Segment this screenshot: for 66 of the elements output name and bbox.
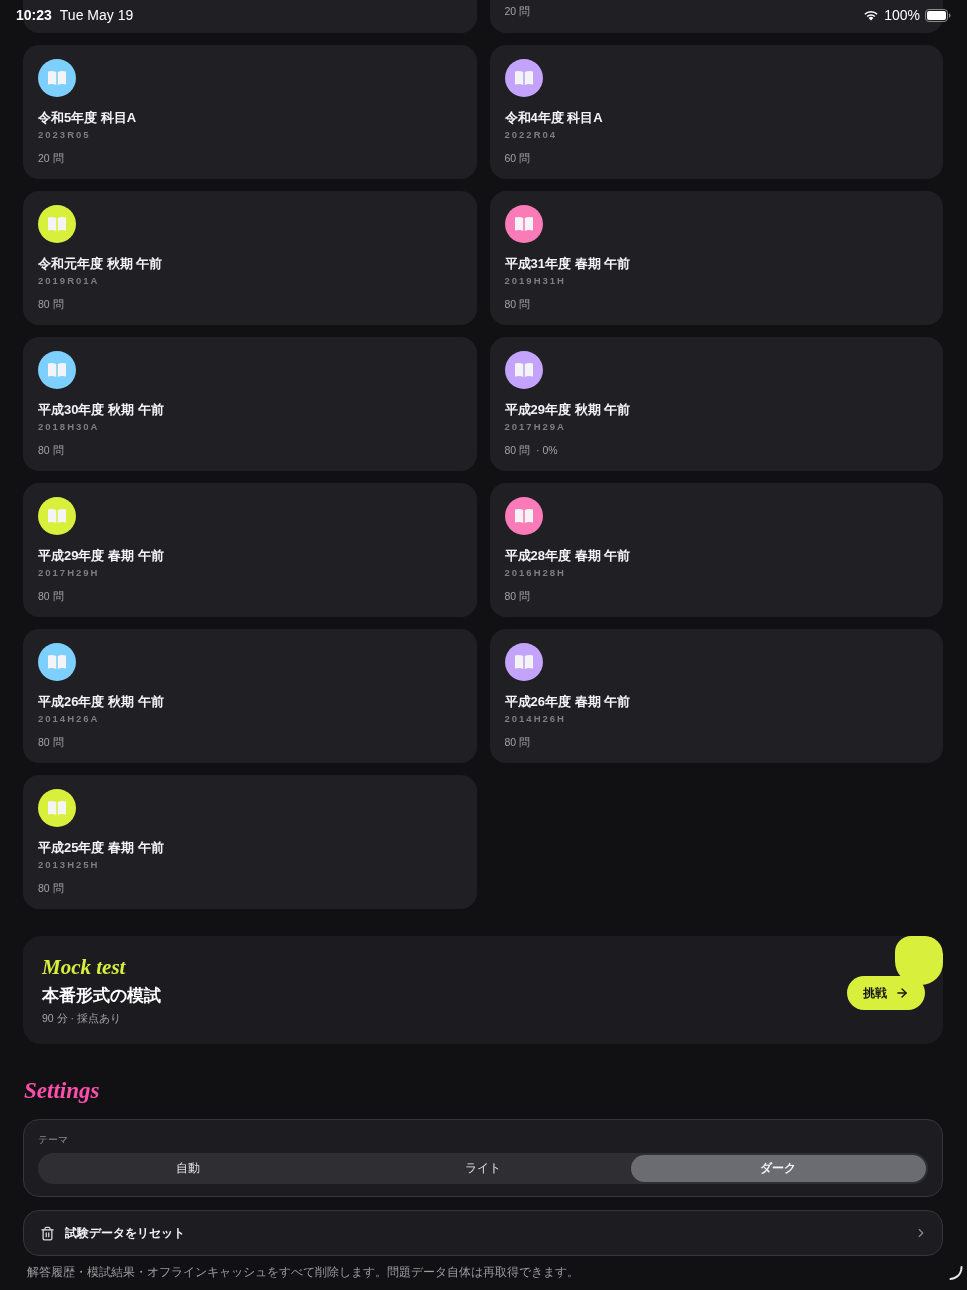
exam-title: 令和4年度 科目A bbox=[504, 109, 603, 126]
exam-title: 平成26年度 春期 午前 bbox=[504, 693, 631, 710]
question-count: 80 問 bbox=[504, 443, 531, 457]
exam-code: 2019R01A bbox=[38, 274, 100, 287]
exam-card[interactable]: 平成26年度 春期 午前 2014H26H 80 問 bbox=[489, 629, 943, 763]
exam-code: 2016H28H bbox=[504, 566, 566, 579]
exam-code: 2023R05 bbox=[38, 128, 91, 141]
exam-title: 平成30年度 秋期 午前 bbox=[38, 401, 164, 418]
battery-icon bbox=[925, 8, 951, 22]
reset-data-button[interactable]: 試験データをリセット bbox=[23, 1210, 943, 1256]
exam-code: 2014H26H bbox=[504, 712, 566, 725]
exam-code: 2019H31H bbox=[504, 274, 566, 287]
theme-option[interactable]: ダーク bbox=[630, 1155, 926, 1182]
question-count: 80 問 bbox=[504, 297, 531, 311]
status-date: Tue May 19 bbox=[59, 7, 134, 23]
status-time: 10:23 bbox=[16, 7, 52, 23]
exam-code: 2017H29H bbox=[38, 566, 100, 579]
trash-icon bbox=[40, 1225, 55, 1241]
exam-card[interactable]: 平成26年度 秋期 午前 2014H26A 80 問 bbox=[23, 629, 477, 763]
exam-card[interactable]: 平成29年度 春期 午前 2017H29H 80 問 bbox=[23, 483, 477, 617]
exam-title: 令和元年度 秋期 午前 bbox=[38, 255, 163, 272]
question-count: 20 問 bbox=[38, 151, 64, 165]
exam-title: 平成29年度 春期 午前 bbox=[38, 547, 164, 564]
battery-percent: 100% bbox=[884, 7, 920, 23]
exam-title: 平成29年度 秋期 午前 bbox=[504, 401, 631, 418]
exam-card[interactable]: 平成28年度 春期 午前 2016H28H 80 問 bbox=[489, 483, 943, 617]
progress-percent: · 0% bbox=[536, 443, 558, 457]
question-count: 20 問 bbox=[504, 4, 531, 18]
question-count: 80 問 bbox=[38, 735, 64, 749]
question-count: 80 問 bbox=[38, 443, 64, 457]
theme-option[interactable]: ライト bbox=[335, 1155, 631, 1182]
reset-note: 解答履歴・模試結果・オフラインキャッシュをすべて削除します。問題データ自体は再取得できます。 bbox=[27, 1265, 579, 1280]
exam-card[interactable]: 令和5年度 科目A 2023R05 20 問 bbox=[23, 45, 477, 179]
exam-title: 平成31年度 春期 午前 bbox=[504, 255, 631, 272]
question-count: 80 問 bbox=[504, 735, 531, 749]
exam-card[interactable]: 平成30年度 秋期 午前 2018H30A 80 問 bbox=[23, 337, 477, 471]
exam-title: 平成25年度 春期 午前 bbox=[38, 839, 164, 856]
exam-card[interactable]: 令和4年度 科目A 2022R04 60 問 bbox=[489, 45, 943, 179]
exam-title: 平成26年度 秋期 午前 bbox=[38, 693, 164, 710]
mock-test-title: 本番形式の模試 bbox=[42, 985, 161, 1007]
question-count: 60 問 bbox=[504, 151, 531, 165]
exam-code: 2014H26A bbox=[38, 712, 100, 725]
exam-code: 2017H29A bbox=[504, 420, 566, 433]
question-count: 80 問 bbox=[504, 589, 531, 603]
arrow-right-icon bbox=[895, 986, 909, 1000]
settings-heading: Settings bbox=[24, 1078, 100, 1104]
question-count: 80 問 bbox=[38, 881, 64, 895]
question-count: 80 問 bbox=[38, 297, 64, 311]
exam-code: 2013H25H bbox=[38, 858, 100, 871]
question-count: 80 問 bbox=[38, 589, 64, 603]
mock-test-meta: 90 分 · 採点あり bbox=[42, 1011, 121, 1025]
mock-test-eyebrow: Mock test bbox=[42, 955, 126, 979]
wifi-icon bbox=[863, 9, 880, 21]
exam-title: 令和5年度 科目A bbox=[38, 109, 137, 126]
theme-option[interactable]: 自動 bbox=[40, 1155, 336, 1182]
start-button[interactable]: 挑戦 bbox=[847, 976, 925, 1010]
corner-shape bbox=[895, 936, 943, 985]
exam-card[interactable]: 令和元年度 秋期 午前 2019R01A 80 問 bbox=[23, 191, 477, 325]
corner-arc-icon bbox=[949, 1265, 963, 1280]
exam-card[interactable]: 平成29年度 秋期 午前 2017H29A 80 問 · 0% bbox=[489, 337, 943, 471]
exam-code: 2022R04 bbox=[504, 128, 558, 141]
exam-code: 2018H30A bbox=[38, 420, 100, 433]
exam-card[interactable]: 平成25年度 春期 午前 2013H25H 80 問 bbox=[23, 775, 477, 909]
theme-label: テーマ bbox=[38, 1133, 68, 1146]
exam-title: 平成28年度 春期 午前 bbox=[504, 547, 631, 564]
exam-card[interactable]: 平成31年度 春期 午前 2019H31H 80 問 bbox=[489, 191, 943, 325]
